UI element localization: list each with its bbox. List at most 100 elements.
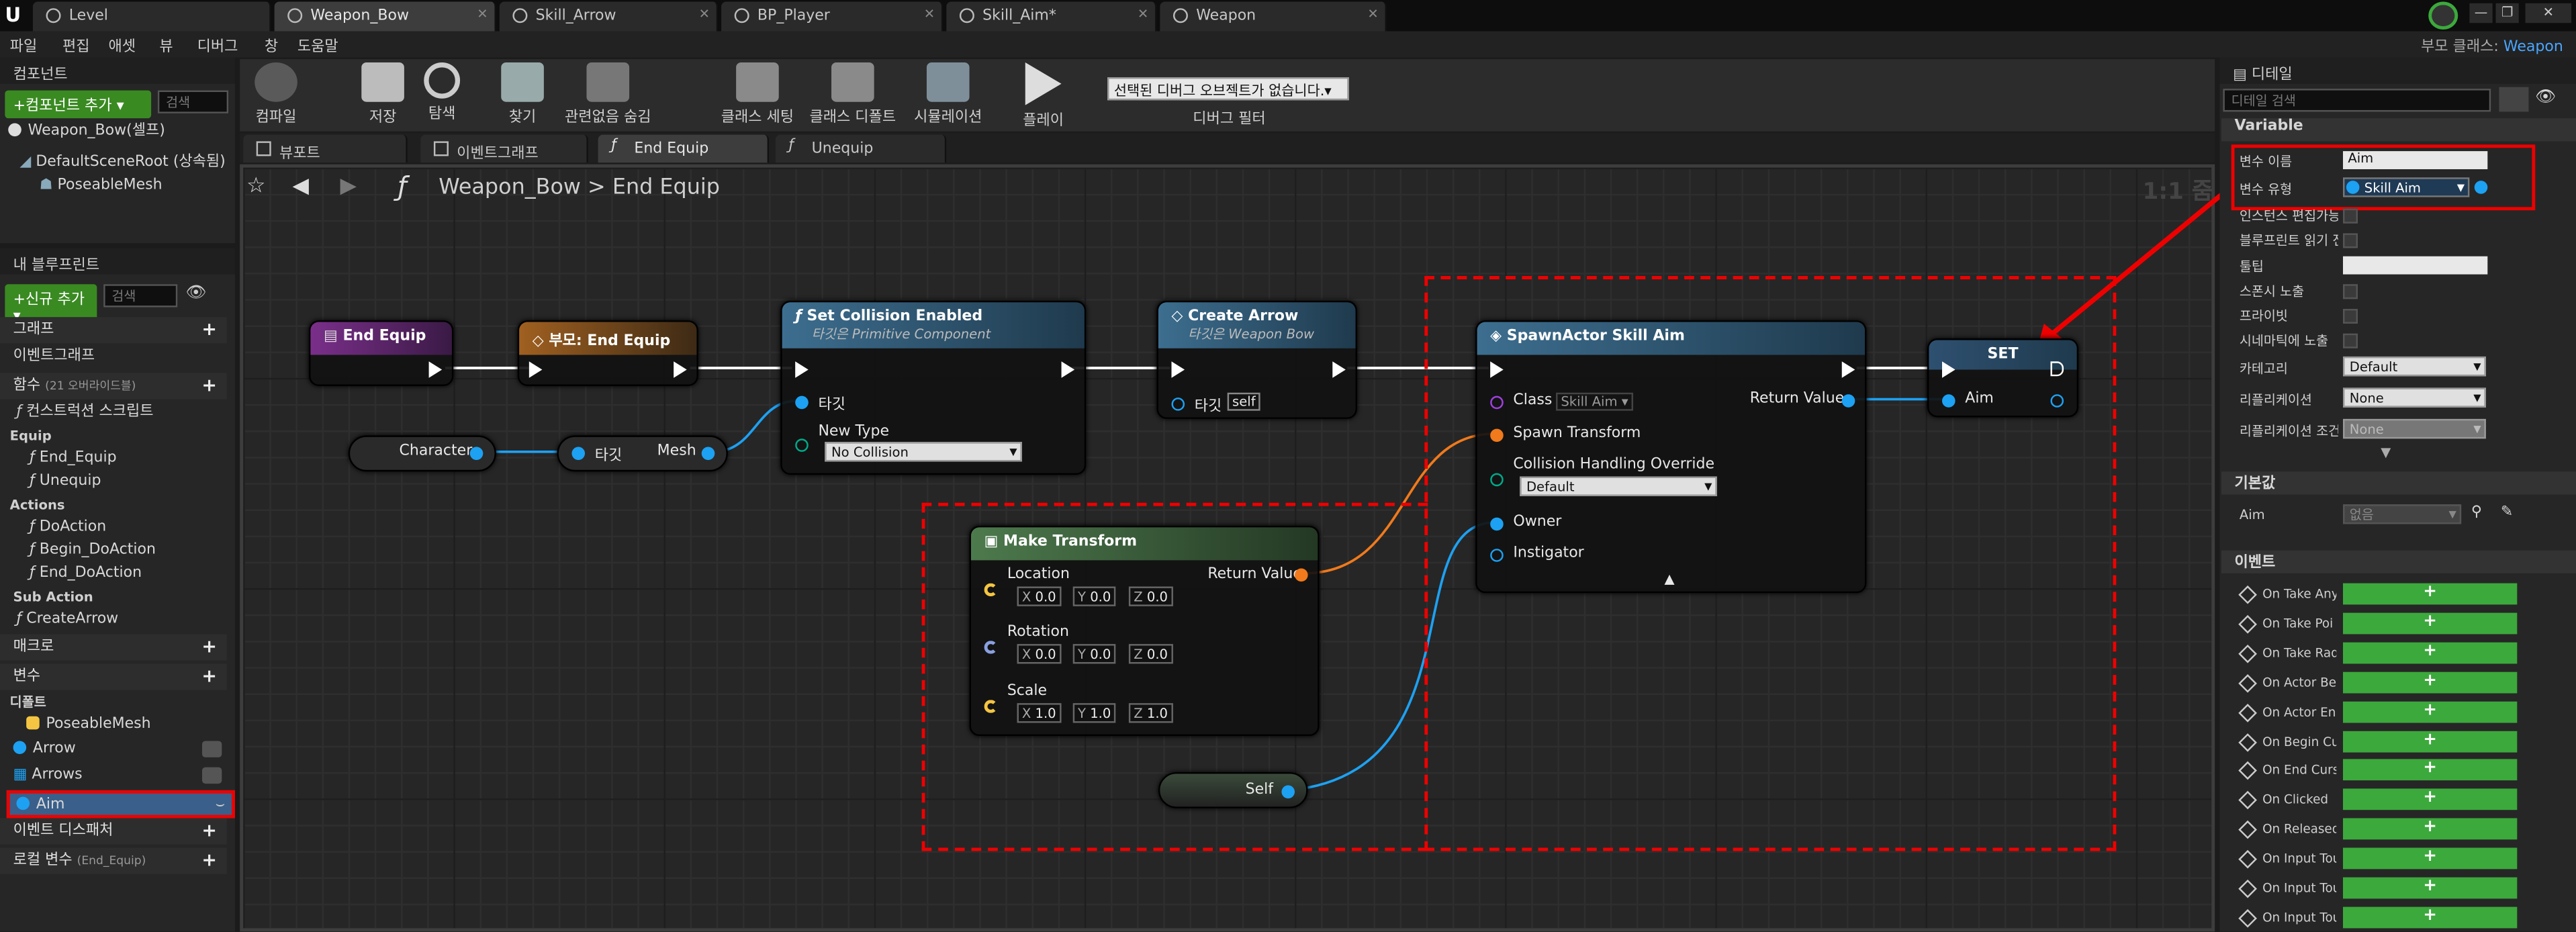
location-x[interactable]: X 0.0 — [1017, 586, 1061, 606]
replication-condition-select[interactable]: None — [2342, 418, 2486, 440]
tooltip-input[interactable] — [2342, 256, 2488, 275]
expose-cinematics-checkbox[interactable] — [2342, 333, 2358, 348]
return-value-pin[interactable] — [1841, 394, 1855, 408]
details-search-input[interactable]: 디테일 검색 — [2223, 89, 2491, 112]
expand-arrow-icon[interactable]: ▲ — [1665, 571, 1675, 586]
exec-out-pin[interactable] — [674, 361, 687, 378]
section-events[interactable]: 이벤트 — [2221, 550, 2576, 573]
eye-icon[interactable]: 👁 — [2535, 89, 2556, 107]
scale-y[interactable]: Y 1.0 — [1072, 703, 1116, 723]
exec-out-pin[interactable] — [2050, 361, 2064, 377]
pin-label: 타깃 — [818, 398, 845, 414]
rotation-y[interactable]: Y 0.0 — [1072, 644, 1116, 664]
rotation-x[interactable]: X 0.0 — [1017, 644, 1061, 664]
section-variable[interactable]: Variable — [2221, 118, 2576, 142]
var-type-select[interactable]: Skill Aim — [2342, 177, 2470, 199]
expose-on-spawn-checkbox[interactable] — [2342, 284, 2358, 299]
node-set-aim[interactable]: SET Aim — [1927, 338, 2079, 418]
exec-out-pin[interactable] — [428, 361, 443, 378]
node-header: ◈ SpawnActor Skill Aim — [1477, 322, 1866, 355]
exec-out-pin[interactable] — [1841, 361, 1855, 378]
replication-select[interactable]: None — [2342, 387, 2486, 409]
add-event-button[interactable]: + — [2342, 818, 2518, 840]
node-header: ▤ End Equip — [310, 322, 452, 355]
add-event-button[interactable]: + — [2342, 789, 2518, 810]
node-parent-end-equip[interactable]: ◇ 부모: End Equip — [517, 320, 698, 386]
collision-type-select[interactable]: No Collision — [825, 442, 1022, 463]
aim-out-pin[interactable] — [2050, 394, 2064, 408]
instance-editable-checkbox[interactable] — [2342, 208, 2358, 224]
add-event-button[interactable]: + — [2342, 583, 2518, 605]
pin-label: New Type — [818, 424, 890, 440]
self-default[interactable]: self — [1227, 392, 1260, 411]
add-event-button[interactable]: + — [2342, 700, 2518, 723]
node-spawn-actor[interactable]: ◈ SpawnActor Skill Aim Class Skill Aim ▾… — [1475, 320, 1867, 594]
node-end-equip[interactable]: ▤ End Equip — [308, 320, 454, 386]
add-event-button[interactable]: + — [2342, 759, 2518, 782]
collision-handling-pin[interactable] — [1490, 473, 1504, 487]
exec-out-pin[interactable] — [1061, 361, 1075, 378]
exec-in-pin[interactable] — [1490, 361, 1504, 378]
exec-in-pin[interactable] — [1941, 361, 1956, 378]
add-event-button[interactable]: + — [2342, 730, 2518, 752]
add-event-button[interactable]: + — [2342, 642, 2518, 663]
aim-default-select[interactable]: 없음 — [2342, 504, 2462, 526]
new-type-pin[interactable] — [795, 438, 809, 452]
node-character-getter[interactable]: Character — [348, 435, 496, 472]
browse-asset-icon[interactable]: ⚲ — [2471, 504, 2482, 520]
add-event-button[interactable]: + — [2342, 671, 2518, 693]
event-label: On Take Any — [2262, 586, 2337, 602]
aim-in-pin[interactable] — [1941, 394, 1956, 408]
location-z[interactable]: Z 0.0 — [1128, 586, 1173, 606]
blueprint-readonly-checkbox[interactable] — [2342, 233, 2358, 248]
container-type-icon[interactable] — [2474, 181, 2488, 194]
add-event-button[interactable]: + — [2342, 877, 2518, 899]
scale-pin[interactable] — [984, 700, 998, 713]
node-make-transform[interactable]: ▣ Make Transform Location Return Value X… — [969, 525, 1320, 737]
instigator-pin[interactable] — [1490, 549, 1504, 562]
section-defaults[interactable]: 기본값 — [2221, 471, 2576, 495]
self-out-pin[interactable] — [1281, 785, 1295, 799]
collision-handling-select[interactable]: Default — [1520, 476, 1717, 498]
node-mesh-getter[interactable]: 타깃 Mesh — [557, 435, 728, 472]
location-y[interactable]: Y 0.0 — [1072, 586, 1116, 606]
make-struct-icon: ▣ — [984, 534, 1004, 551]
private-checkbox[interactable] — [2342, 308, 2358, 324]
scale-x[interactable]: X 1.0 — [1017, 703, 1061, 723]
location-pin[interactable] — [984, 583, 998, 597]
rotation-pin[interactable] — [984, 641, 998, 654]
exec-out-pin[interactable] — [1332, 361, 1346, 378]
replication-label: 리플리케이션 — [2239, 392, 2312, 408]
add-event-button[interactable]: + — [2342, 847, 2518, 870]
var-name-label: 변수 이름 — [2239, 154, 2293, 170]
add-event-button[interactable]: + — [2342, 906, 2518, 929]
event-label: On Released — [2262, 821, 2337, 837]
node-set-collision-enabled[interactable]: ƒ Set Collision Enabled 타깃은 Primitive Com… — [780, 300, 1087, 475]
exec-in-pin[interactable] — [795, 361, 809, 378]
details-header: ▤ 디테일 — [2219, 57, 2576, 84]
exec-in-pin[interactable] — [528, 361, 543, 378]
object-out-pin[interactable] — [469, 447, 484, 461]
transform-out-pin[interactable] — [1294, 568, 1308, 582]
owner-pin[interactable] — [1490, 517, 1504, 531]
mesh-out-pin[interactable] — [701, 447, 715, 461]
target-pin[interactable] — [795, 395, 809, 410]
aim-default-label: Aim — [2239, 508, 2265, 523]
use-selected-icon[interactable]: ✎ — [2501, 504, 2513, 520]
target-pin[interactable] — [1171, 398, 1185, 411]
scale-z[interactable]: Z 1.0 — [1128, 703, 1173, 723]
var-name-input[interactable]: Aim — [2342, 151, 2488, 170]
rotation-z[interactable]: Z 0.0 — [1128, 644, 1173, 664]
class-pin[interactable] — [1490, 395, 1504, 410]
category-select[interactable]: Default — [2342, 356, 2486, 378]
property-matrix-icon[interactable] — [2499, 87, 2529, 112]
add-event-button[interactable]: + — [2342, 612, 2518, 635]
node-create-arrow[interactable]: ◇ Create Arrow 타깃은 Weapon Bow 타깃 self — [1156, 300, 1357, 419]
exec-in-pin[interactable] — [1171, 361, 1185, 378]
spawn-transform-pin[interactable] — [1490, 428, 1504, 442]
class-select[interactable]: Skill Aim ▾ — [1556, 392, 1633, 411]
vec-value: 1.0 — [1035, 706, 1056, 722]
target-in-pin[interactable] — [571, 447, 586, 461]
advanced-expand-icon[interactable]: ▼ — [2381, 445, 2391, 460]
node-self[interactable]: Self — [1158, 772, 1308, 808]
